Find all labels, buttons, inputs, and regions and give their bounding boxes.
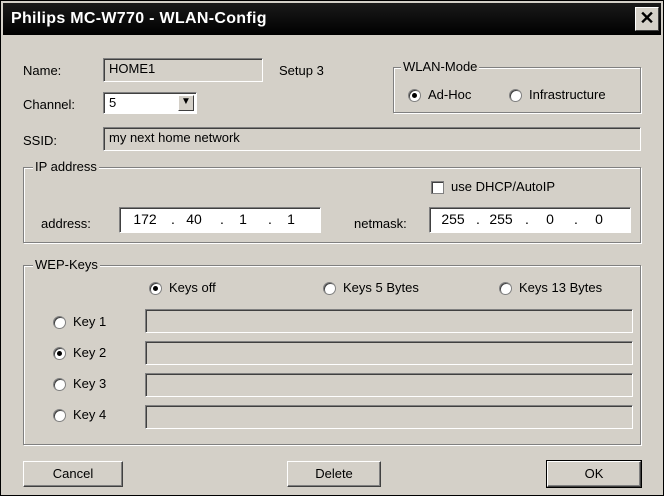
key-1-input[interactable] (145, 309, 633, 333)
keys-5-bytes-label: Keys 5 Bytes (343, 280, 419, 295)
netmask-octet-1: 255 (441, 211, 465, 227)
ip-address-title: IP address (33, 159, 99, 174)
title-bar[interactable]: Philips MC-W770 - WLAN-Config ✕ (3, 3, 661, 35)
ssid-input[interactable]: my next home network (103, 127, 641, 151)
name-input[interactable]: HOME1 (103, 58, 263, 82)
window-title: Philips MC-W770 - WLAN-Config (11, 10, 267, 27)
key-1-label: Key 1 (73, 314, 107, 329)
keys-13-bytes-label: Keys 13 Bytes (519, 280, 603, 295)
key-3-label: Key 3 (73, 376, 107, 391)
channel-select[interactable]: 5 ▼ (103, 92, 197, 114)
address-octet-3: 1 (239, 211, 247, 227)
close-button[interactable]: ✕ (635, 7, 659, 31)
address-label: address: (41, 216, 91, 231)
key-2-label: Key 2 (73, 345, 107, 360)
address-octet-4: 1 (287, 211, 295, 227)
delete-button[interactable]: Delete (287, 461, 381, 487)
dhcp-label: use DHCP/AutoIP (451, 179, 556, 194)
key-2-radio[interactable] (53, 347, 66, 360)
cancel-button[interactable]: Cancel (23, 461, 123, 487)
netmask-input[interactable]: 255 . 255 . 0 . 0 (429, 207, 631, 233)
key-3-radio[interactable] (53, 378, 66, 391)
netmask-label: netmask: (354, 216, 407, 231)
infrastructure-radio[interactable] (509, 89, 522, 102)
address-octet-1: 172 (133, 211, 157, 227)
adhoc-label: Ad-Hoc (428, 87, 472, 102)
wlan-config-dialog: Philips MC-W770 - WLAN-Config ✕ Name: HO… (0, 0, 664, 496)
chevron-down-icon[interactable]: ▼ (178, 95, 194, 111)
ssid-label: SSID: (23, 133, 57, 148)
channel-value: 5 (109, 95, 117, 110)
key-4-radio[interactable] (53, 409, 66, 422)
keys-13-bytes-radio[interactable] (499, 282, 512, 295)
close-icon: ✕ (639, 8, 655, 28)
key-3-input[interactable] (145, 373, 633, 397)
setup-label: Setup 3 (279, 63, 324, 78)
address-input[interactable]: 172 . 40 . 1 . 1 (119, 207, 321, 233)
keys-off-radio[interactable] (149, 282, 162, 295)
address-octet-2: 40 (186, 211, 202, 227)
wep-keys-title: WEP-Keys (33, 257, 100, 272)
keys-off-label: Keys off (169, 280, 216, 295)
keys-5-bytes-radio[interactable] (323, 282, 336, 295)
key-2-input[interactable] (145, 341, 633, 365)
name-label: Name: (23, 63, 62, 78)
key-4-label: Key 4 (73, 407, 107, 422)
key-4-input[interactable] (145, 405, 633, 429)
ok-button[interactable]: OK (546, 460, 642, 488)
netmask-octet-3: 0 (546, 211, 554, 227)
channel-label: Channel: (23, 97, 76, 112)
wlan-mode-title: WLAN-Mode (401, 59, 480, 74)
key-1-radio[interactable] (53, 316, 66, 329)
netmask-octet-2: 255 (489, 211, 513, 227)
dhcp-checkbox[interactable] (431, 181, 444, 194)
netmask-octet-4: 0 (595, 211, 603, 227)
infrastructure-label: Infrastructure (529, 87, 606, 102)
adhoc-radio[interactable] (408, 89, 421, 102)
